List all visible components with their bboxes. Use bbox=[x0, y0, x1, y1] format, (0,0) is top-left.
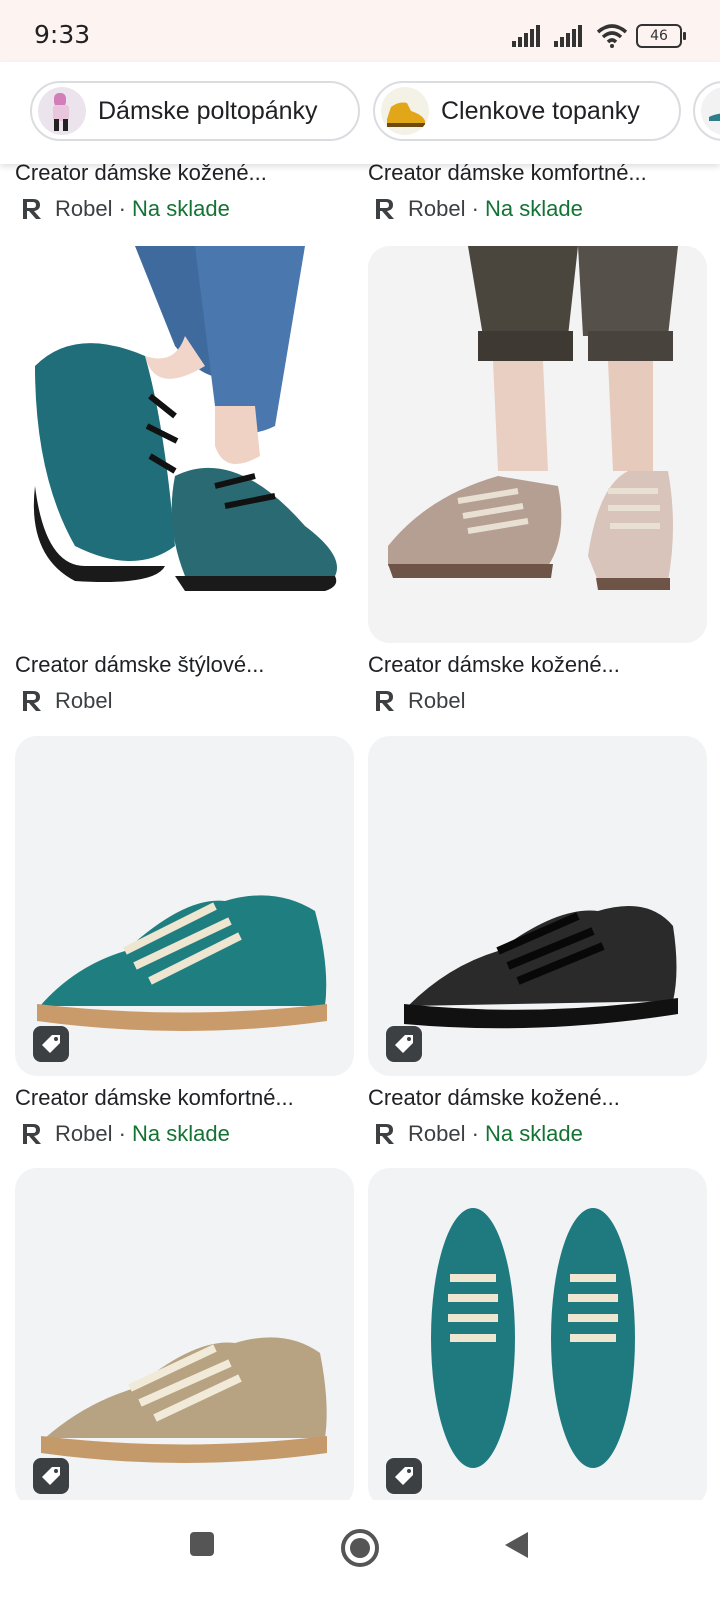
stock-status: Na sklade bbox=[132, 196, 230, 221]
product-card-text[interactable]: Creator dámske kožené... Robel · Na skla… bbox=[368, 1085, 620, 1147]
chip-label: Clenkove topanky bbox=[441, 96, 640, 125]
merchant-row: Robel · Na sklade bbox=[15, 196, 267, 222]
chip-partial[interactable] bbox=[693, 81, 720, 141]
back-button[interactable] bbox=[502, 1530, 530, 1565]
chip-label: Dámske poltopánky bbox=[98, 96, 318, 125]
robel-logo-icon bbox=[376, 691, 394, 711]
recent-apps-button[interactable] bbox=[188, 1530, 216, 1563]
system-nav-bar bbox=[0, 1500, 720, 1600]
shoe-image bbox=[37, 895, 327, 1031]
status-icons: 46 bbox=[512, 22, 686, 50]
price-tag-icon bbox=[386, 1026, 422, 1062]
battery-icon: 46 bbox=[636, 24, 686, 48]
merchant-row: Robel · Na sklade bbox=[15, 1121, 294, 1147]
back-triangle-icon bbox=[505, 1532, 528, 1558]
signal-icon bbox=[554, 25, 582, 47]
merchant-row: Robel · Na sklade bbox=[368, 196, 647, 222]
merchant-name: Robel bbox=[408, 688, 466, 713]
product-image-teal-shoes-top-view[interactable] bbox=[368, 1168, 707, 1508]
stock-status: Na sklade bbox=[132, 1121, 230, 1146]
separator: · bbox=[112, 1121, 133, 1146]
product-card-text[interactable]: Creator dámske kožené... Robel bbox=[368, 652, 620, 714]
robel-logo-icon bbox=[23, 1124, 41, 1144]
merchant-row: Robel bbox=[368, 688, 620, 714]
product-card-text[interactable]: Creator dámske kožené... Robel · Na skla… bbox=[15, 160, 267, 222]
merchant-name: Robel bbox=[55, 1121, 113, 1146]
product-title: Creator dámske štýlové... bbox=[15, 652, 265, 677]
product-card-text[interactable]: Creator dámske komfortné... Robel · Na s… bbox=[15, 1085, 294, 1147]
merchant-row: Robel bbox=[15, 688, 264, 714]
product-image-teal-leather-shoe[interactable] bbox=[15, 736, 354, 1076]
status-time: 9:33 bbox=[34, 20, 91, 49]
merchant-name: Robel bbox=[55, 688, 113, 713]
status-bar: 9:33 46 bbox=[0, 0, 720, 62]
stock-status: Na sklade bbox=[485, 1121, 583, 1146]
robel-logo-icon bbox=[23, 691, 41, 711]
wifi-icon bbox=[596, 24, 628, 48]
chip-damske-poltopanky[interactable]: Dámske poltopánky bbox=[30, 81, 360, 141]
square-icon bbox=[190, 1532, 214, 1556]
price-tag-icon bbox=[386, 1458, 422, 1494]
product-image-grey-sneaker-on-model[interactable] bbox=[368, 246, 707, 643]
price-tag-icon bbox=[33, 1026, 69, 1062]
product-card-text[interactable]: Creator dámske štýlové... Robel bbox=[15, 652, 264, 714]
merchant-row: Robel · Na sklade bbox=[368, 1121, 620, 1147]
separator: · bbox=[465, 1121, 486, 1146]
merchant-name: Robel bbox=[408, 1121, 466, 1146]
robel-logo-icon bbox=[23, 199, 41, 219]
robel-logo-icon bbox=[376, 1124, 394, 1144]
product-title: Creator dámske kožené... bbox=[368, 1085, 620, 1110]
shoe-image bbox=[368, 246, 707, 643]
stock-status: Na sklade bbox=[485, 196, 583, 221]
merchant-name: Robel bbox=[55, 196, 113, 221]
product-card-text[interactable]: Creator dámske komfortné... Robel · Na s… bbox=[368, 160, 647, 222]
person-thumbnail-icon bbox=[38, 87, 86, 135]
price-tag-icon bbox=[33, 1458, 69, 1494]
shoe-image bbox=[41, 1337, 327, 1463]
yellow-shoe-thumbnail-icon bbox=[381, 87, 429, 135]
separator: · bbox=[465, 196, 486, 221]
product-title: Creator dámske kožené... bbox=[368, 652, 620, 677]
product-title: Creator dámske komfortné... bbox=[15, 1085, 294, 1110]
shoe-image bbox=[431, 1208, 635, 1468]
shoe-thumbnail-icon bbox=[701, 87, 720, 135]
robel-logo-icon bbox=[376, 199, 394, 219]
home-circle-icon bbox=[341, 1529, 379, 1567]
shoe-image bbox=[404, 906, 678, 1029]
product-image-beige-leather-shoe[interactable] bbox=[15, 1168, 354, 1508]
product-image-black-leather-shoe[interactable] bbox=[368, 736, 707, 1076]
shoe-image bbox=[15, 246, 354, 643]
merchant-name: Robel bbox=[408, 196, 466, 221]
home-button[interactable] bbox=[340, 1528, 380, 1573]
signal-icon bbox=[512, 25, 540, 47]
filter-chip-bar: Dámske poltopánky Clenkove topanky bbox=[0, 62, 720, 164]
separator: · bbox=[112, 196, 133, 221]
product-image-teal-sneaker-on-model[interactable] bbox=[15, 246, 354, 643]
chip-clenkove-topanky[interactable]: Clenkove topanky bbox=[373, 81, 681, 141]
